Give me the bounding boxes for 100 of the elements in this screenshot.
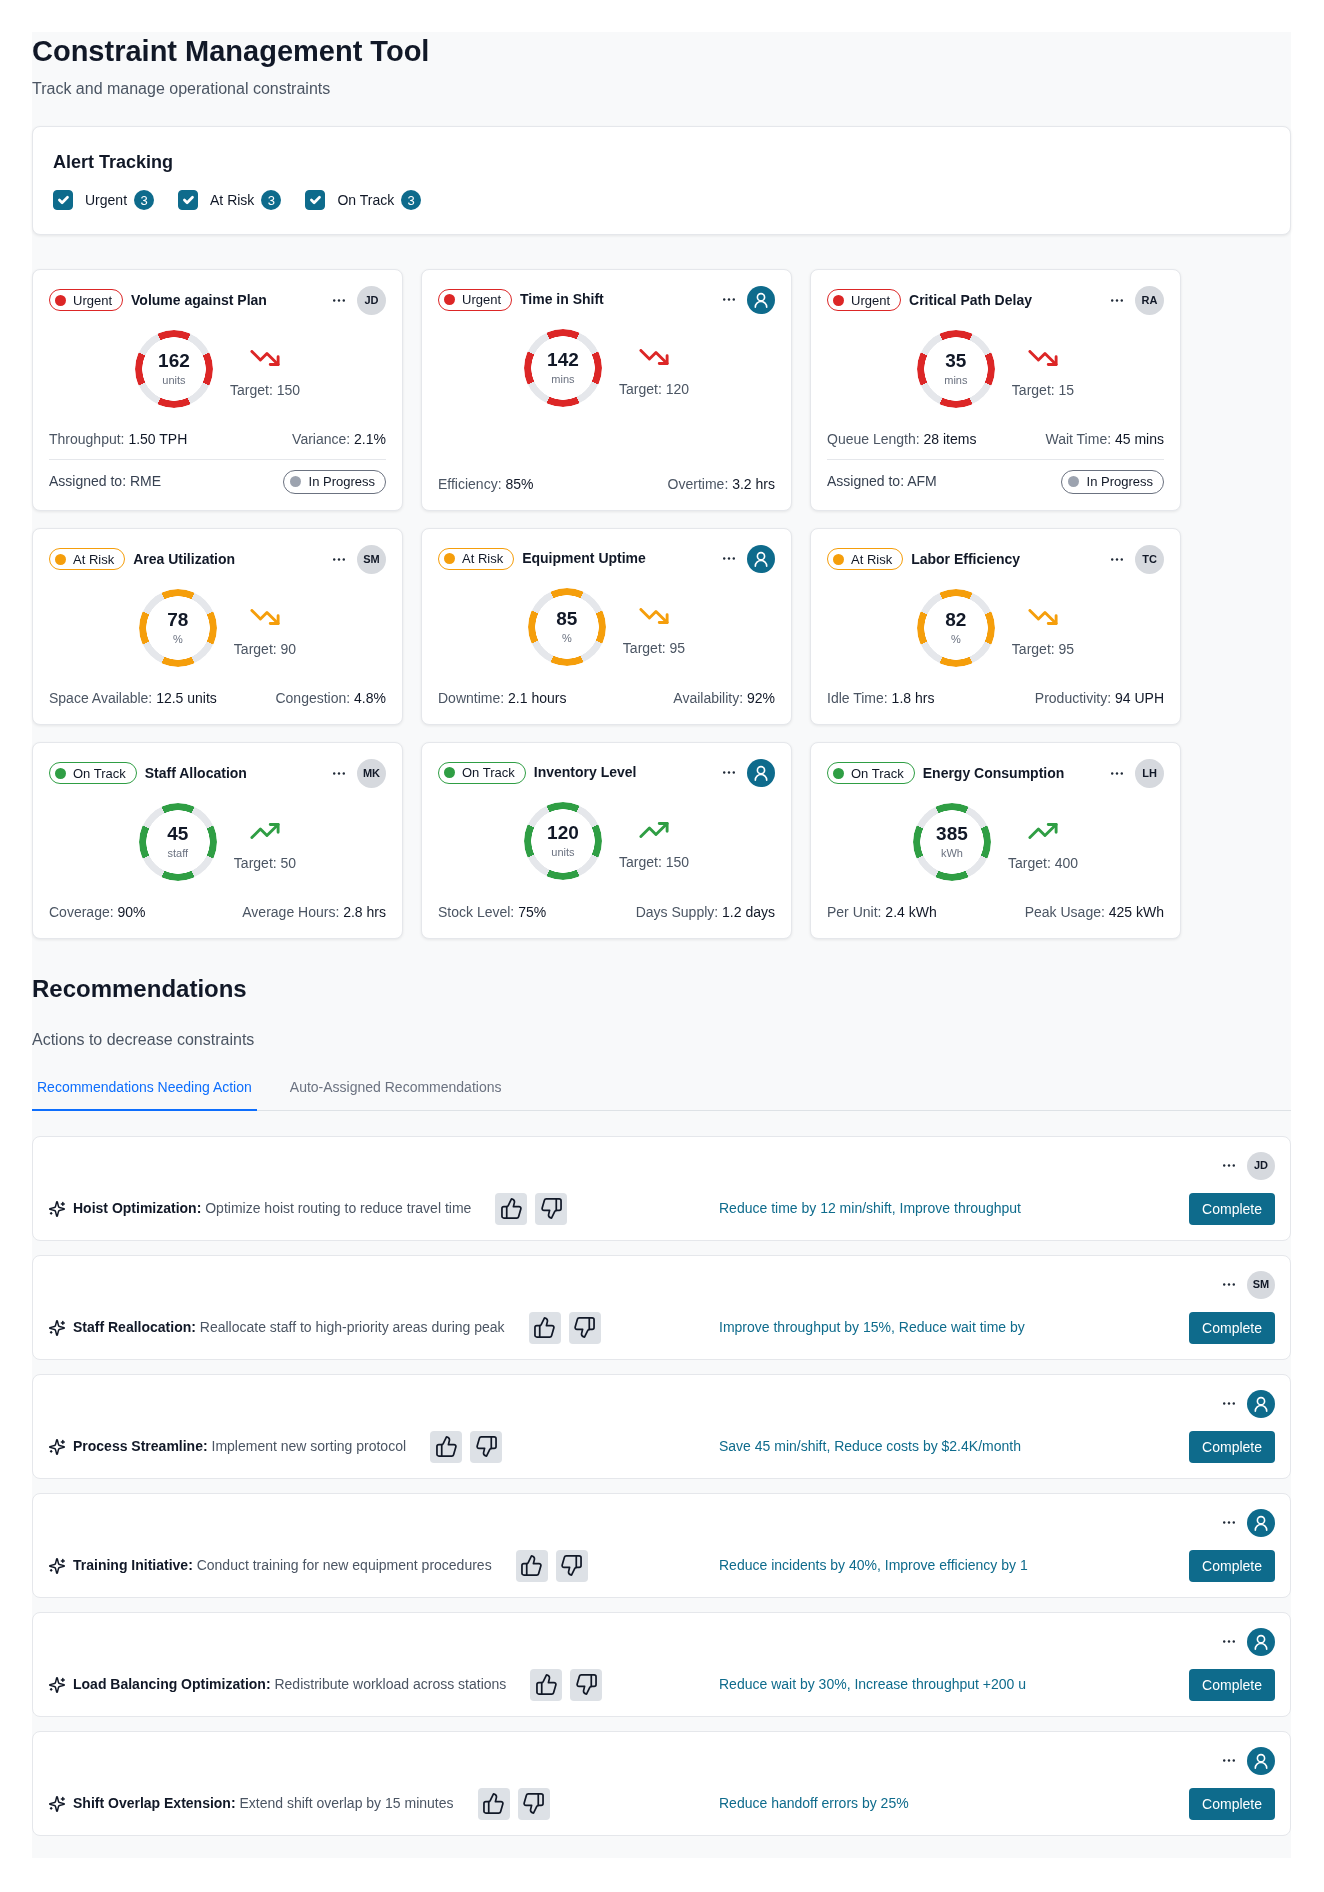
status-label: On Track: [462, 766, 515, 780]
stat-text: Overtime: 3.2 hrs: [667, 474, 775, 494]
tab[interactable]: Recommendations Needing Action: [32, 1066, 257, 1111]
filter-label[interactable]: On Track: [337, 189, 395, 211]
user-avatar-icon[interactable]: [747, 285, 775, 314]
thumbs-up-button[interactable]: [430, 1430, 463, 1463]
card-title: Equipment Uptime: [522, 549, 646, 569]
avatar[interactable]: SM: [357, 544, 386, 574]
more-icon[interactable]: [1223, 1759, 1235, 1763]
thumbs-up-button[interactable]: [495, 1192, 528, 1225]
impact-text: Save 45 min/shift, Reduce costs by $2.4K/month: [719, 1437, 1022, 1457]
avatar[interactable]: JD: [1247, 1151, 1275, 1180]
user-avatar-icon[interactable]: [1247, 1389, 1275, 1418]
complete-button[interactable]: Complete: [1189, 1787, 1275, 1820]
thumbs-up-icon: [535, 1674, 557, 1696]
thumbs-down-button[interactable]: [535, 1192, 568, 1225]
gauge-value: 85: [556, 609, 578, 629]
trending-up-icon: [1028, 823, 1058, 840]
thumbs-down-button[interactable]: [517, 1787, 550, 1820]
section-subtitle: Actions to decrease constraints: [32, 1029, 255, 1050]
status-label: On Track: [851, 766, 904, 780]
impact-text: Reduce incidents by 40%, Improve efficiency by 1: [719, 1556, 1029, 1576]
user-avatar-icon[interactable]: [1247, 1746, 1275, 1775]
filter-label[interactable]: At Risk: [210, 189, 255, 211]
more-icon[interactable]: [1111, 557, 1123, 561]
target-text: Target: 95: [622, 639, 686, 659]
thumbs-down-icon: [561, 1555, 583, 1577]
more-icon[interactable]: [723, 298, 735, 302]
more-icon[interactable]: [723, 771, 735, 775]
thumbs-down-icon: [475, 1436, 497, 1458]
more-icon[interactable]: [723, 557, 735, 561]
avatar[interactable]: SM: [1247, 1270, 1275, 1299]
avatar[interactable]: TC: [1135, 544, 1164, 574]
complete-button[interactable]: Complete: [1189, 1311, 1275, 1344]
more-icon[interactable]: [1223, 1640, 1235, 1644]
thumbs-up-button[interactable]: [515, 1549, 548, 1582]
avatar[interactable]: MK: [357, 758, 386, 788]
avatar[interactable]: JD: [357, 285, 386, 315]
thumbs-up-button[interactable]: [530, 1668, 563, 1701]
complete-button[interactable]: Complete: [1189, 1192, 1275, 1225]
more-icon[interactable]: [1223, 1521, 1235, 1525]
trending-down-icon: [250, 609, 280, 626]
avatar[interactable]: RA: [1135, 285, 1164, 315]
card-title: Critical Path Delay: [909, 290, 1032, 310]
recommendation-text: Hoist Optimization: Optimize hoist routing to reduce travel time: [73, 1199, 472, 1219]
thumbs-up-button[interactable]: [477, 1787, 510, 1820]
trending-down-icon: [250, 350, 280, 367]
more-icon[interactable]: [1223, 1283, 1235, 1287]
more-icon[interactable]: [333, 298, 345, 302]
complete-button[interactable]: Complete: [1189, 1668, 1275, 1701]
trending-up-icon: [250, 823, 280, 840]
filter-checkbox[interactable]: [178, 190, 199, 211]
more-icon[interactable]: [1111, 771, 1123, 775]
user-avatar-icon[interactable]: [1247, 1508, 1275, 1537]
avatar[interactable]: LH: [1135, 758, 1164, 788]
status-label: Urgent: [73, 293, 113, 307]
complete-button[interactable]: Complete: [1189, 1549, 1275, 1582]
progress-label: In Progress: [308, 475, 375, 489]
target-text: Target: 90: [233, 640, 297, 660]
target-text: Target: 120: [618, 380, 690, 400]
more-icon[interactable]: [333, 557, 345, 561]
complete-button[interactable]: Complete: [1189, 1430, 1275, 1463]
more-icon[interactable]: [1223, 1402, 1235, 1406]
stat-text: Availability: 92%: [673, 688, 775, 708]
gauge-unit: mins: [944, 375, 968, 387]
trending-down-icon: [1028, 609, 1058, 626]
recommendation-text: Training Initiative: Conduct training for new equipment procedures: [73, 1556, 492, 1576]
thumbs-down-button[interactable]: [568, 1311, 601, 1344]
thumbs-down-icon: [540, 1198, 562, 1220]
gauge-value: 35: [945, 351, 967, 371]
user-avatar-icon[interactable]: [747, 758, 775, 787]
more-icon[interactable]: [1223, 1164, 1235, 1168]
user-avatar-icon[interactable]: [747, 544, 775, 573]
page-subtitle: Track and manage operational constraints: [32, 78, 331, 99]
stat-text: Space Available: 12.5 units: [49, 688, 217, 708]
impact-text: Reduce handoff errors by 25%: [719, 1794, 910, 1814]
stat-text: Per Unit: 2.4 kWh: [827, 902, 937, 922]
filter-checkbox[interactable]: [53, 190, 73, 211]
tab[interactable]: Auto-Assigned Recommendations: [284, 1066, 507, 1111]
gauge-value: 120: [547, 823, 579, 843]
more-icon[interactable]: [1111, 298, 1123, 302]
thumbs-down-button[interactable]: [570, 1668, 603, 1701]
section-title: Recommendations: [32, 974, 247, 1004]
gauge-value: 142: [547, 350, 579, 370]
thumbs-down-button[interactable]: [470, 1430, 503, 1463]
more-icon[interactable]: [333, 771, 345, 775]
user-avatar-icon[interactable]: [1247, 1627, 1275, 1656]
recommendation-text: Process Streamline: Implement new sorting protocol: [73, 1437, 407, 1457]
status-label: Urgent: [851, 293, 891, 307]
thumbs-up-button[interactable]: [528, 1311, 561, 1344]
filter-checkbox[interactable]: [305, 190, 326, 211]
thumbs-down-button[interactable]: [555, 1549, 588, 1582]
sparkles-icon: [49, 1438, 65, 1455]
status-label: Urgent: [462, 293, 502, 307]
filter-label[interactable]: Urgent: [85, 189, 128, 211]
gauge-value: 385: [936, 824, 968, 844]
stat-text: Coverage: 90%: [49, 902, 146, 922]
trending-up-icon: [639, 822, 669, 839]
trending-down-icon: [1028, 350, 1058, 367]
status-label: At Risk: [73, 552, 115, 566]
